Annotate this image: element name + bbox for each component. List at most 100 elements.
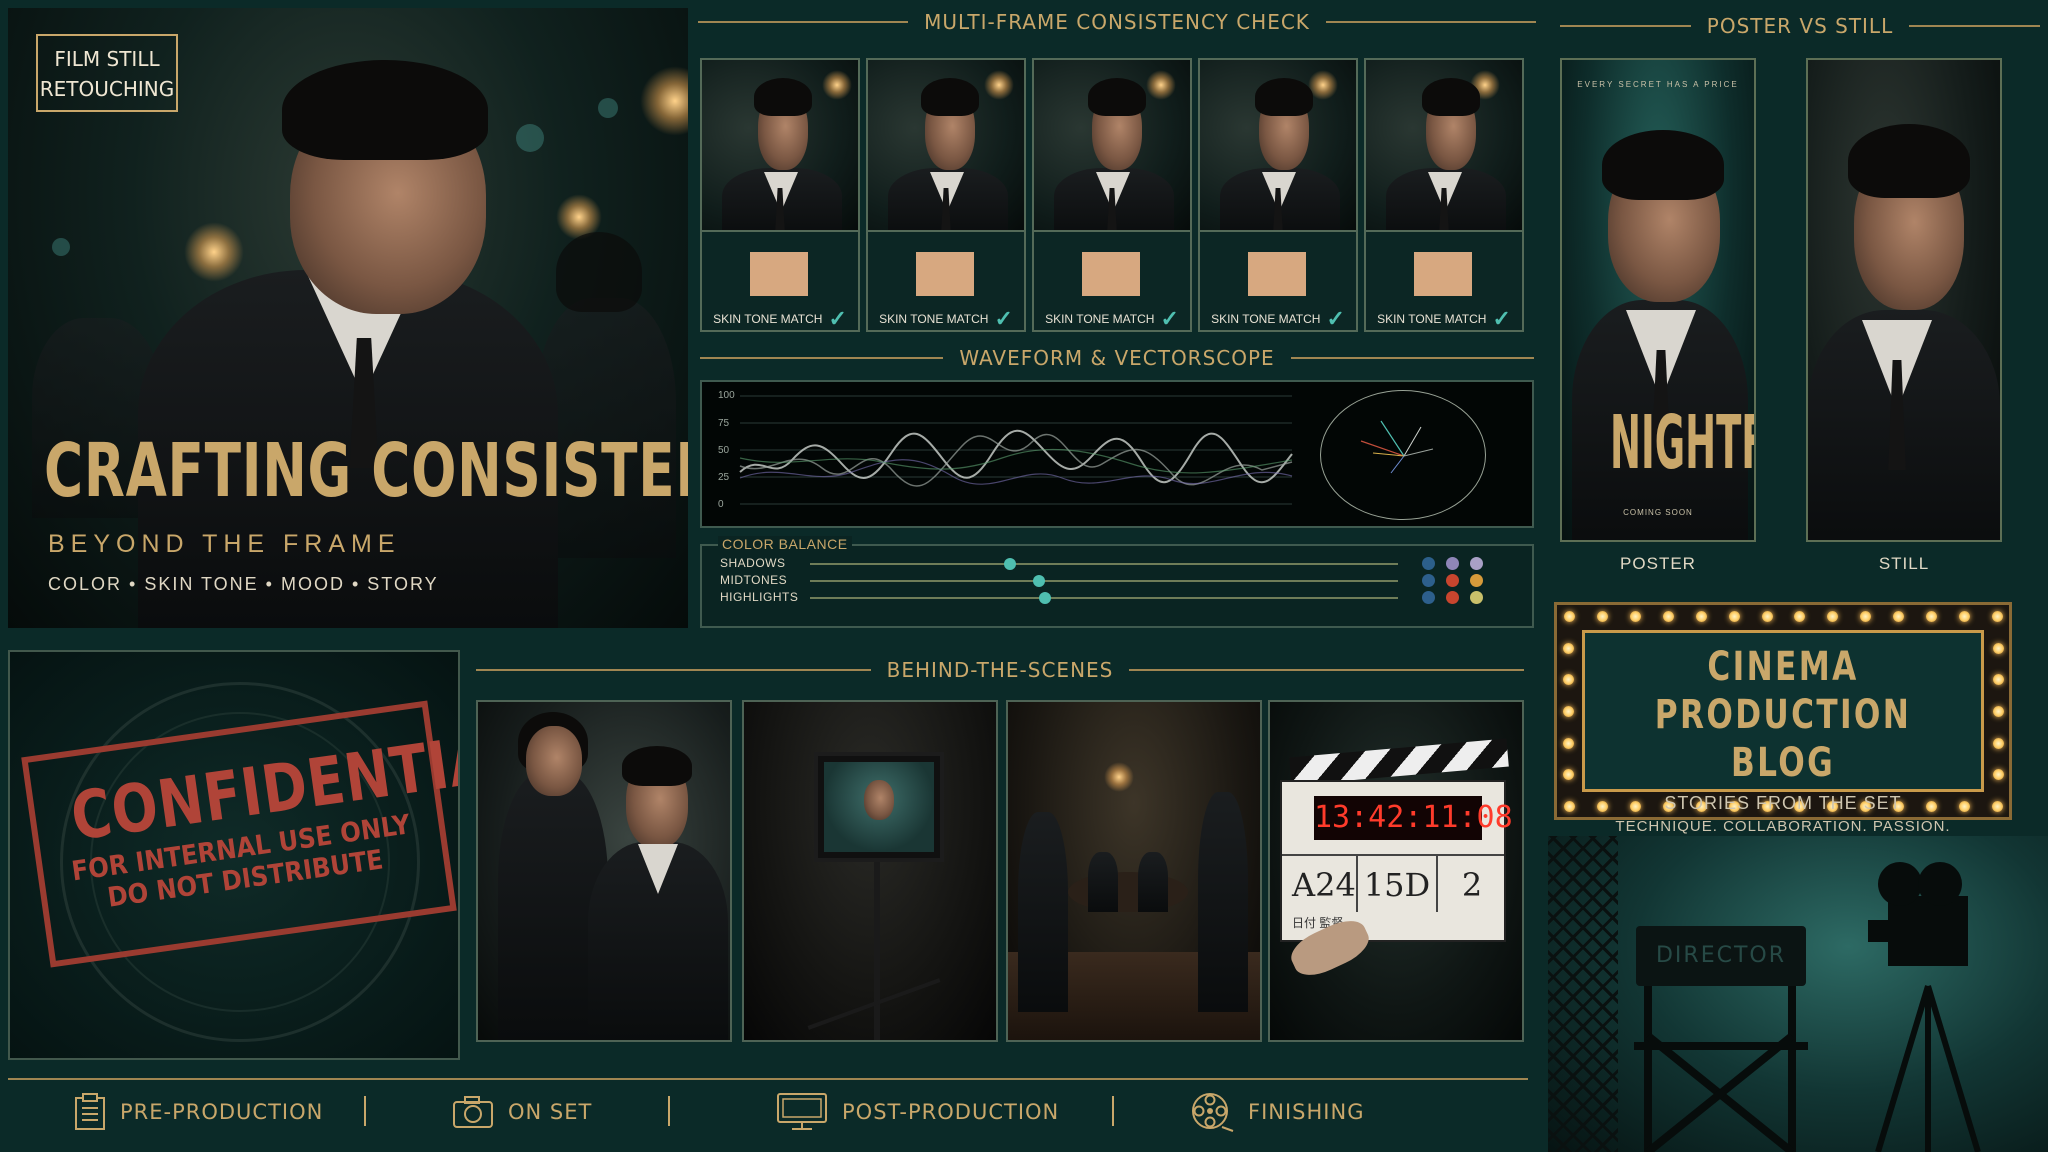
check-icon: ✓ bbox=[994, 306, 1013, 331]
vectorscope bbox=[1320, 390, 1486, 520]
marquee-title: CINEMA PRODUCTION BLOG bbox=[1629, 643, 1938, 787]
balance-slider-knob[interactable] bbox=[1039, 592, 1052, 604]
frame-strip: SKIN TONE MATCH ✓ SKIN TONE MATCH ✓ SKIN TON… bbox=[700, 10, 1538, 340]
balance-row-label: HIGHLIGHTS bbox=[720, 590, 799, 604]
color-wheel-dot[interactable] bbox=[1422, 574, 1435, 587]
color-wheel-dot[interactable] bbox=[1446, 591, 1459, 604]
marquee-bulb bbox=[1695, 611, 1707, 622]
frame-thumbnail bbox=[868, 60, 1024, 232]
skin-tone-swatch bbox=[1248, 252, 1306, 296]
balance-slider-track[interactable] bbox=[810, 558, 1398, 570]
hero-panel: FILM STILL RETOUCHING CRAFTING CONSISTEN… bbox=[8, 8, 688, 628]
skin-tone-match-label: SKIN TONE MATCH ✓ bbox=[1200, 306, 1356, 332]
poster-vs-still-panel: EVERY SECRET HAS A PRICE NIGHTFALL COMIN… bbox=[1560, 0, 2040, 600]
balance-slider-knob[interactable] bbox=[1003, 558, 1016, 570]
match-text: SKIN TONE MATCH bbox=[879, 312, 989, 326]
clapper-take: 2 bbox=[1461, 866, 1483, 904]
skin-tone-swatch bbox=[1082, 252, 1140, 296]
film-still-badge: FILM STILL RETOUCHING bbox=[36, 34, 178, 112]
marquee-bulb bbox=[1728, 611, 1740, 622]
nav-label: POST-PRODUCTION bbox=[842, 1100, 1060, 1124]
film-reel-icon bbox=[1192, 1093, 1234, 1132]
frame-thumbnail bbox=[1366, 60, 1522, 232]
director-chair-frame bbox=[1634, 862, 1981, 1152]
poster-label: POSTER bbox=[1620, 554, 1696, 573]
nav-post-production[interactable]: POST-PRODUCTION bbox=[776, 1090, 1059, 1134]
poster-frame: EVERY SECRET HAS A PRICE NIGHTFALL COMIN… bbox=[1560, 58, 1756, 542]
check-icon: ✓ bbox=[828, 306, 847, 331]
marquee-bulb bbox=[1993, 642, 2004, 654]
nav-pre-production[interactable]: PRE-PRODUCTION bbox=[74, 1090, 323, 1134]
still-frame bbox=[1806, 58, 2002, 542]
color-wheel-dot[interactable] bbox=[1470, 557, 1483, 570]
marquee-bulb bbox=[1564, 611, 1575, 622]
skin-tone-swatch bbox=[1414, 252, 1472, 296]
check-icon: ✓ bbox=[1326, 306, 1345, 331]
color-wheel-dot[interactable] bbox=[1422, 591, 1435, 604]
hero-tags: COLOR • SKIN TONE • MOOD • STORY bbox=[48, 574, 439, 594]
consistency-frame[interactable]: SKIN TONE MATCH ✓ bbox=[1364, 58, 1524, 332]
marquee-bulb bbox=[1992, 611, 2003, 622]
marquee-bulb bbox=[1596, 611, 1608, 622]
marquee-bulb bbox=[1563, 706, 1574, 717]
nav-separator bbox=[1112, 1096, 1114, 1126]
nav-finishing[interactable]: FINISHING bbox=[1190, 1090, 1364, 1134]
monitor-icon bbox=[777, 1093, 827, 1130]
consistency-frame[interactable]: SKIN TONE MATCH ✓ bbox=[1032, 58, 1192, 332]
balance-slider-track[interactable] bbox=[810, 575, 1398, 587]
skin-tone-match-label: SKIN TONE MATCH ✓ bbox=[702, 306, 858, 332]
balance-slider-track[interactable] bbox=[810, 592, 1398, 604]
balance-slider-knob[interactable] bbox=[1033, 575, 1046, 587]
bts-set-photo bbox=[1006, 700, 1262, 1042]
badge-line: RETOUCHING bbox=[39, 77, 175, 101]
consistency-frame[interactable]: SKIN TONE MATCH ✓ bbox=[866, 58, 1026, 332]
match-text: SKIN TONE MATCH bbox=[1045, 312, 1155, 326]
skin-tone-swatch bbox=[750, 252, 808, 296]
marquee-bulb bbox=[1993, 706, 2004, 717]
check-icon: ✓ bbox=[1160, 306, 1179, 331]
poster-tagline: EVERY SECRET HAS A PRICE bbox=[1577, 80, 1739, 89]
frame-thumbnail bbox=[1034, 60, 1190, 232]
color-wheel-dot[interactable] bbox=[1446, 557, 1459, 570]
marquee-title-line: PRODUCTION BLOG bbox=[1654, 692, 1912, 786]
marquee-bulb bbox=[1563, 737, 1574, 749]
bts-monitor-photo bbox=[742, 700, 998, 1042]
color-wheel-dot[interactable] bbox=[1470, 591, 1483, 604]
waveform-heading: WAVEFORM & VECTORSCOPE bbox=[959, 346, 1275, 370]
clipboard-icon bbox=[75, 1093, 105, 1130]
marquee-bulb bbox=[1761, 611, 1773, 622]
color-wheel-dot[interactable] bbox=[1422, 557, 1435, 570]
check-icon: ✓ bbox=[1492, 306, 1511, 331]
nav-separator bbox=[364, 1096, 366, 1126]
color-balance-heading: COLOR BALANCE bbox=[718, 536, 852, 552]
consistency-frame[interactable]: SKIN TONE MATCH ✓ bbox=[700, 58, 860, 332]
clapper-scene: 15D bbox=[1363, 866, 1431, 904]
color-balance-heading-row: COLOR BALANCE bbox=[718, 536, 1518, 552]
frame-thumbnail bbox=[1200, 60, 1356, 232]
color-wheel-dot[interactable] bbox=[1446, 574, 1459, 587]
nav-label: ON SET bbox=[508, 1100, 593, 1124]
balance-row-label: MIDTONES bbox=[720, 573, 788, 587]
marquee-tagline: TECHNIQUE. COLLABORATION. PASSION. bbox=[1615, 818, 1951, 835]
consistency-frame[interactable]: SKIN TONE MATCH ✓ bbox=[1198, 58, 1358, 332]
hero-title: CRAFTING CONSISTENCY bbox=[44, 428, 688, 514]
bts-makeup-photo bbox=[476, 700, 732, 1042]
still-label: STILL bbox=[1878, 554, 1930, 573]
skin-tone-match-label: SKIN TONE MATCH ✓ bbox=[1034, 306, 1190, 332]
marquee-panel: CINEMA PRODUCTION BLOG STORIES FROM THE … bbox=[1582, 630, 1984, 835]
nav-separator bbox=[668, 1096, 670, 1126]
match-text: SKIN TONE MATCH bbox=[1211, 312, 1321, 326]
marquee-bulb bbox=[1564, 801, 1575, 812]
hero-subtitle: BEYOND THE FRAME bbox=[48, 530, 401, 558]
color-wheel-dot[interactable] bbox=[1470, 574, 1483, 587]
nav-on-set[interactable]: ON SET bbox=[452, 1090, 592, 1134]
marquee-bulb bbox=[1993, 737, 2004, 749]
nav-label: PRE-PRODUCTION bbox=[120, 1100, 324, 1124]
bts-heading-row: BEHIND-THE-SCENES bbox=[476, 658, 1524, 682]
bottom-divider bbox=[8, 1078, 1528, 1080]
color-balance-panel: COLOR BALANCE SHADOWS MIDTONES HIGHLIGHTS bbox=[700, 536, 1534, 628]
skin-tone-swatch bbox=[916, 252, 974, 296]
frame-thumbnail bbox=[702, 60, 858, 232]
director-scene: DIRECTOR bbox=[1548, 836, 2048, 1152]
clapper-sticks bbox=[1289, 738, 1509, 786]
